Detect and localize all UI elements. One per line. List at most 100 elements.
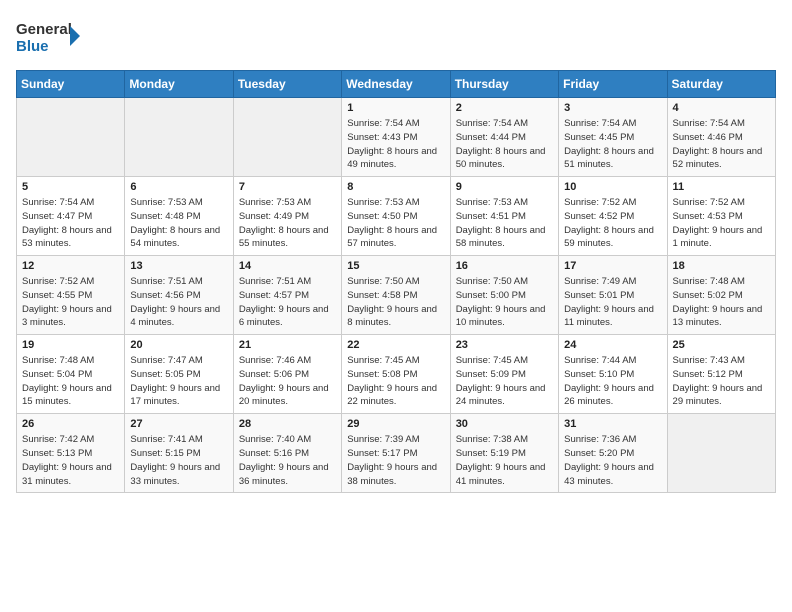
day-cell: 7 Sunrise: 7:53 AMSunset: 4:49 PMDaylight… — [233, 177, 341, 256]
day-cell: 20 Sunrise: 7:47 AMSunset: 5:05 PMDayligh… — [125, 335, 233, 414]
day-info: Sunrise: 7:53 AMSunset: 4:51 PMDaylight:… — [456, 196, 553, 251]
day-info: Sunrise: 7:54 AMSunset: 4:46 PMDaylight:… — [673, 117, 770, 172]
day-cell: 3 Sunrise: 7:54 AMSunset: 4:45 PMDaylight… — [559, 98, 667, 177]
day-number: 15 — [347, 260, 444, 272]
day-cell: 17 Sunrise: 7:49 AMSunset: 5:01 PMDayligh… — [559, 256, 667, 335]
day-number: 25 — [673, 339, 770, 351]
calendar-table: SundayMondayTuesdayWednesdayThursdayFrid… — [16, 70, 776, 493]
weekday-header-tuesday: Tuesday — [233, 71, 341, 98]
day-info: Sunrise: 7:51 AMSunset: 4:57 PMDaylight:… — [239, 275, 336, 330]
day-info: Sunrise: 7:49 AMSunset: 5:01 PMDaylight:… — [564, 275, 661, 330]
logo-svg: GeneralBlue — [16, 16, 86, 58]
day-cell: 24Sunrise: 7:44 AMSunset: 5:10 PMDayligh… — [559, 335, 667, 414]
day-cell: 29 Sunrise: 7:39 AMSunset: 5:17 PMDayligh… — [342, 414, 450, 493]
weekday-header-thursday: Thursday — [450, 71, 558, 98]
day-number: 19 — [22, 339, 119, 351]
day-number: 20 — [130, 339, 227, 351]
week-row-3: 12 Sunrise: 7:52 AMSunset: 4:55 PMDayligh… — [17, 256, 776, 335]
day-info: Sunrise: 7:48 AMSunset: 5:02 PMDaylight:… — [673, 275, 770, 330]
day-cell: 28 Sunrise: 7:40 AMSunset: 5:16 PMDayligh… — [233, 414, 341, 493]
day-cell — [125, 98, 233, 177]
day-number: 6 — [130, 181, 227, 193]
day-cell: 18Sunrise: 7:48 AMSunset: 5:02 PMDayligh… — [667, 256, 775, 335]
weekday-header-sunday: Sunday — [17, 71, 125, 98]
day-cell: 16 Sunrise: 7:50 AMSunset: 5:00 PMDayligh… — [450, 256, 558, 335]
day-cell: 26Sunrise: 7:42 AMSunset: 5:13 PMDayligh… — [17, 414, 125, 493]
day-number: 2 — [456, 102, 553, 114]
day-info: Sunrise: 7:52 AMSunset: 4:55 PMDaylight:… — [22, 275, 119, 330]
day-number: 12 — [22, 260, 119, 272]
logo: GeneralBlue — [16, 16, 86, 58]
svg-text:General: General — [16, 21, 72, 38]
day-cell — [667, 414, 775, 493]
day-info: Sunrise: 7:44 AMSunset: 5:10 PMDaylight:… — [564, 354, 661, 409]
day-number: 27 — [130, 418, 227, 430]
day-number: 29 — [347, 418, 444, 430]
week-row-4: 19 Sunrise: 7:48 AMSunset: 5:04 PMDayligh… — [17, 335, 776, 414]
day-number: 10 — [564, 181, 661, 193]
weekday-header-saturday: Saturday — [667, 71, 775, 98]
weekday-header-monday: Monday — [125, 71, 233, 98]
day-cell: 31 Sunrise: 7:36 AMSunset: 5:20 PMDayligh… — [559, 414, 667, 493]
day-cell: 8Sunrise: 7:53 AMSunset: 4:50 PMDaylight… — [342, 177, 450, 256]
day-cell: 5 Sunrise: 7:54 AMSunset: 4:47 PMDaylight… — [17, 177, 125, 256]
day-info: Sunrise: 7:54 AMSunset: 4:47 PMDaylight:… — [22, 196, 119, 251]
day-number: 22 — [347, 339, 444, 351]
day-info: Sunrise: 7:39 AMSunset: 5:17 PMDaylight:… — [347, 433, 444, 488]
day-number: 4 — [673, 102, 770, 114]
day-number: 8 — [347, 181, 444, 193]
week-row-5: 26Sunrise: 7:42 AMSunset: 5:13 PMDayligh… — [17, 414, 776, 493]
day-info: Sunrise: 7:46 AMSunset: 5:06 PMDaylight:… — [239, 354, 336, 409]
page-header: GeneralBlue — [16, 16, 776, 58]
day-cell: 23Sunrise: 7:45 AMSunset: 5:09 PMDayligh… — [450, 335, 558, 414]
day-number: 16 — [456, 260, 553, 272]
day-cell: 11 Sunrise: 7:52 AMSunset: 4:53 PMDayligh… — [667, 177, 775, 256]
day-cell: 22 Sunrise: 7:45 AMSunset: 5:08 PMDayligh… — [342, 335, 450, 414]
day-cell: 14Sunrise: 7:51 AMSunset: 4:57 PMDayligh… — [233, 256, 341, 335]
day-info: Sunrise: 7:40 AMSunset: 5:16 PMDaylight:… — [239, 433, 336, 488]
day-info: Sunrise: 7:45 AMSunset: 5:08 PMDaylight:… — [347, 354, 444, 409]
day-cell: 2 Sunrise: 7:54 AMSunset: 4:44 PMDaylight… — [450, 98, 558, 177]
day-info: Sunrise: 7:51 AMSunset: 4:56 PMDaylight:… — [130, 275, 227, 330]
day-cell: 21Sunrise: 7:46 AMSunset: 5:06 PMDayligh… — [233, 335, 341, 414]
day-cell: 19 Sunrise: 7:48 AMSunset: 5:04 PMDayligh… — [17, 335, 125, 414]
day-number: 26 — [22, 418, 119, 430]
day-info: Sunrise: 7:54 AMSunset: 4:45 PMDaylight:… — [564, 117, 661, 172]
day-info: Sunrise: 7:53 AMSunset: 4:49 PMDaylight:… — [239, 196, 336, 251]
day-info: Sunrise: 7:50 AMSunset: 5:00 PMDaylight:… — [456, 275, 553, 330]
weekday-header-wednesday: Wednesday — [342, 71, 450, 98]
weekday-header-row: SundayMondayTuesdayWednesdayThursdayFrid… — [17, 71, 776, 98]
day-cell: 30 Sunrise: 7:38 AMSunset: 5:19 PMDayligh… — [450, 414, 558, 493]
day-info: Sunrise: 7:52 AMSunset: 4:52 PMDaylight:… — [564, 196, 661, 251]
day-info: Sunrise: 7:38 AMSunset: 5:19 PMDaylight:… — [456, 433, 553, 488]
day-number: 7 — [239, 181, 336, 193]
day-cell: 4 Sunrise: 7:54 AMSunset: 4:46 PMDaylight… — [667, 98, 775, 177]
day-info: Sunrise: 7:36 AMSunset: 5:20 PMDaylight:… — [564, 433, 661, 488]
day-info: Sunrise: 7:47 AMSunset: 5:05 PMDaylight:… — [130, 354, 227, 409]
day-info: Sunrise: 7:48 AMSunset: 5:04 PMDaylight:… — [22, 354, 119, 409]
day-number: 5 — [22, 181, 119, 193]
day-cell: 27Sunrise: 7:41 AMSunset: 5:15 PMDayligh… — [125, 414, 233, 493]
day-number: 30 — [456, 418, 553, 430]
day-cell: 12 Sunrise: 7:52 AMSunset: 4:55 PMDayligh… — [17, 256, 125, 335]
day-info: Sunrise: 7:43 AMSunset: 5:12 PMDaylight:… — [673, 354, 770, 409]
day-info: Sunrise: 7:50 AMSunset: 4:58 PMDaylight:… — [347, 275, 444, 330]
day-number: 23 — [456, 339, 553, 351]
day-info: Sunrise: 7:54 AMSunset: 4:43 PMDaylight:… — [347, 117, 444, 172]
day-info: Sunrise: 7:52 AMSunset: 4:53 PMDaylight:… — [673, 196, 770, 251]
day-cell — [233, 98, 341, 177]
day-cell: 6 Sunrise: 7:53 AMSunset: 4:48 PMDaylight… — [125, 177, 233, 256]
day-cell — [17, 98, 125, 177]
day-cell: 13 Sunrise: 7:51 AMSunset: 4:56 PMDayligh… — [125, 256, 233, 335]
day-number: 11 — [673, 181, 770, 193]
day-number: 3 — [564, 102, 661, 114]
day-number: 31 — [564, 418, 661, 430]
day-info: Sunrise: 7:54 AMSunset: 4:44 PMDaylight:… — [456, 117, 553, 172]
day-number: 17 — [564, 260, 661, 272]
day-cell: 1Sunrise: 7:54 AMSunset: 4:43 PMDaylight… — [342, 98, 450, 177]
weekday-header-friday: Friday — [559, 71, 667, 98]
day-number: 13 — [130, 260, 227, 272]
day-number: 28 — [239, 418, 336, 430]
day-info: Sunrise: 7:53 AMSunset: 4:48 PMDaylight:… — [130, 196, 227, 251]
day-cell: 25 Sunrise: 7:43 AMSunset: 5:12 PMDayligh… — [667, 335, 775, 414]
